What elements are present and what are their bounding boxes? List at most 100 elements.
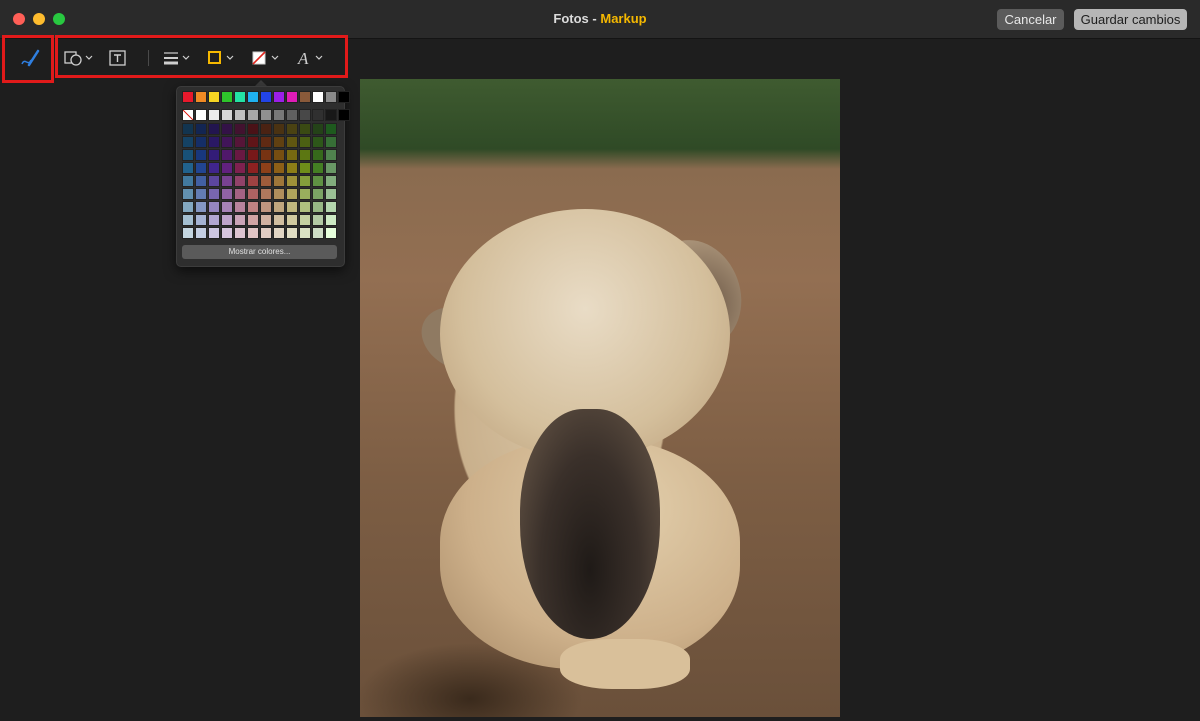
color-swatch[interactable] bbox=[247, 227, 259, 239]
color-swatch[interactable] bbox=[208, 201, 220, 213]
color-swatch[interactable] bbox=[234, 201, 246, 213]
color-swatch[interactable] bbox=[299, 149, 311, 161]
color-swatch[interactable] bbox=[247, 201, 259, 213]
color-swatch[interactable] bbox=[234, 149, 246, 161]
color-swatch[interactable] bbox=[208, 109, 220, 121]
color-swatch[interactable] bbox=[312, 227, 324, 239]
color-swatch[interactable] bbox=[208, 162, 220, 174]
color-swatch[interactable] bbox=[221, 175, 233, 187]
color-swatch[interactable] bbox=[299, 162, 311, 174]
color-swatch[interactable] bbox=[195, 227, 207, 239]
color-swatch[interactable] bbox=[312, 109, 324, 121]
color-swatch[interactable] bbox=[247, 109, 259, 121]
color-swatch[interactable] bbox=[273, 214, 285, 226]
color-swatch[interactable] bbox=[260, 149, 272, 161]
color-swatch[interactable] bbox=[208, 123, 220, 135]
color-swatch[interactable] bbox=[299, 136, 311, 148]
color-swatch[interactable] bbox=[247, 175, 259, 187]
color-swatch[interactable] bbox=[195, 201, 207, 213]
color-swatch[interactable] bbox=[325, 175, 337, 187]
color-swatch[interactable] bbox=[182, 227, 194, 239]
color-swatch[interactable] bbox=[182, 91, 194, 103]
color-swatch[interactable] bbox=[208, 91, 220, 103]
color-swatch[interactable] bbox=[208, 227, 220, 239]
color-swatch[interactable] bbox=[221, 214, 233, 226]
color-swatch[interactable] bbox=[195, 214, 207, 226]
show-colors-button[interactable]: Mostrar colores... bbox=[182, 245, 337, 259]
text-tool[interactable] bbox=[108, 47, 128, 69]
color-swatch[interactable] bbox=[234, 188, 246, 200]
color-swatch[interactable] bbox=[234, 136, 246, 148]
color-swatch[interactable] bbox=[247, 123, 259, 135]
color-swatch[interactable] bbox=[260, 109, 272, 121]
color-swatch[interactable] bbox=[299, 109, 311, 121]
color-swatch[interactable] bbox=[260, 214, 272, 226]
color-swatch[interactable] bbox=[182, 136, 194, 148]
photo-canvas[interactable] bbox=[360, 79, 840, 717]
color-swatch[interactable] bbox=[325, 162, 337, 174]
color-swatch[interactable] bbox=[312, 149, 324, 161]
color-swatch[interactable] bbox=[273, 201, 285, 213]
color-swatch[interactable] bbox=[260, 162, 272, 174]
color-swatch[interactable] bbox=[247, 91, 259, 103]
color-swatch[interactable] bbox=[273, 162, 285, 174]
color-swatch[interactable] bbox=[221, 91, 233, 103]
color-swatch[interactable] bbox=[221, 201, 233, 213]
color-swatch[interactable] bbox=[247, 162, 259, 174]
cancel-button[interactable]: Cancelar bbox=[997, 9, 1064, 30]
color-swatch[interactable] bbox=[208, 214, 220, 226]
color-swatch[interactable] bbox=[325, 149, 337, 161]
color-swatch[interactable] bbox=[195, 188, 207, 200]
color-swatch[interactable] bbox=[299, 188, 311, 200]
color-swatch[interactable] bbox=[299, 123, 311, 135]
color-swatch[interactable] bbox=[325, 109, 337, 121]
color-swatch[interactable] bbox=[312, 91, 324, 103]
color-swatch[interactable] bbox=[208, 149, 220, 161]
color-swatch[interactable] bbox=[286, 162, 298, 174]
color-swatch[interactable] bbox=[312, 175, 324, 187]
color-swatch[interactable] bbox=[234, 214, 246, 226]
color-swatch[interactable] bbox=[299, 201, 311, 213]
color-swatch[interactable] bbox=[208, 136, 220, 148]
color-swatch[interactable] bbox=[286, 188, 298, 200]
color-swatch[interactable] bbox=[273, 149, 285, 161]
color-swatch[interactable] bbox=[273, 136, 285, 148]
color-swatch[interactable] bbox=[325, 123, 337, 135]
color-swatch[interactable] bbox=[273, 188, 285, 200]
color-swatch[interactable] bbox=[273, 123, 285, 135]
color-swatch[interactable] bbox=[247, 136, 259, 148]
color-swatch[interactable] bbox=[286, 201, 298, 213]
sketch-tool[interactable] bbox=[19, 47, 41, 69]
color-swatch[interactable] bbox=[286, 109, 298, 121]
color-swatch[interactable] bbox=[182, 149, 194, 161]
color-swatch[interactable] bbox=[208, 188, 220, 200]
color-swatch[interactable] bbox=[260, 188, 272, 200]
color-swatch[interactable] bbox=[195, 91, 207, 103]
color-swatch[interactable] bbox=[234, 123, 246, 135]
color-swatch[interactable] bbox=[234, 109, 246, 121]
color-swatch[interactable] bbox=[299, 214, 311, 226]
color-swatch[interactable] bbox=[260, 136, 272, 148]
color-swatch[interactable] bbox=[273, 91, 285, 103]
color-swatch[interactable] bbox=[299, 91, 311, 103]
color-swatch[interactable] bbox=[286, 91, 298, 103]
color-swatch[interactable] bbox=[273, 175, 285, 187]
color-swatch[interactable] bbox=[195, 149, 207, 161]
color-swatch[interactable] bbox=[195, 175, 207, 187]
color-swatch[interactable] bbox=[182, 201, 194, 213]
color-swatch[interactable] bbox=[247, 188, 259, 200]
color-swatch[interactable] bbox=[325, 201, 337, 213]
color-swatch[interactable] bbox=[325, 227, 337, 239]
color-swatch[interactable] bbox=[234, 227, 246, 239]
color-swatch[interactable] bbox=[234, 162, 246, 174]
color-swatch[interactable] bbox=[312, 136, 324, 148]
color-swatch[interactable] bbox=[286, 149, 298, 161]
color-swatch[interactable] bbox=[221, 109, 233, 121]
color-swatch[interactable] bbox=[221, 136, 233, 148]
color-swatch[interactable] bbox=[325, 136, 337, 148]
color-swatch[interactable] bbox=[312, 201, 324, 213]
color-swatch[interactable] bbox=[195, 136, 207, 148]
color-swatch[interactable] bbox=[247, 149, 259, 161]
color-swatch[interactable] bbox=[286, 123, 298, 135]
color-swatch[interactable] bbox=[221, 123, 233, 135]
